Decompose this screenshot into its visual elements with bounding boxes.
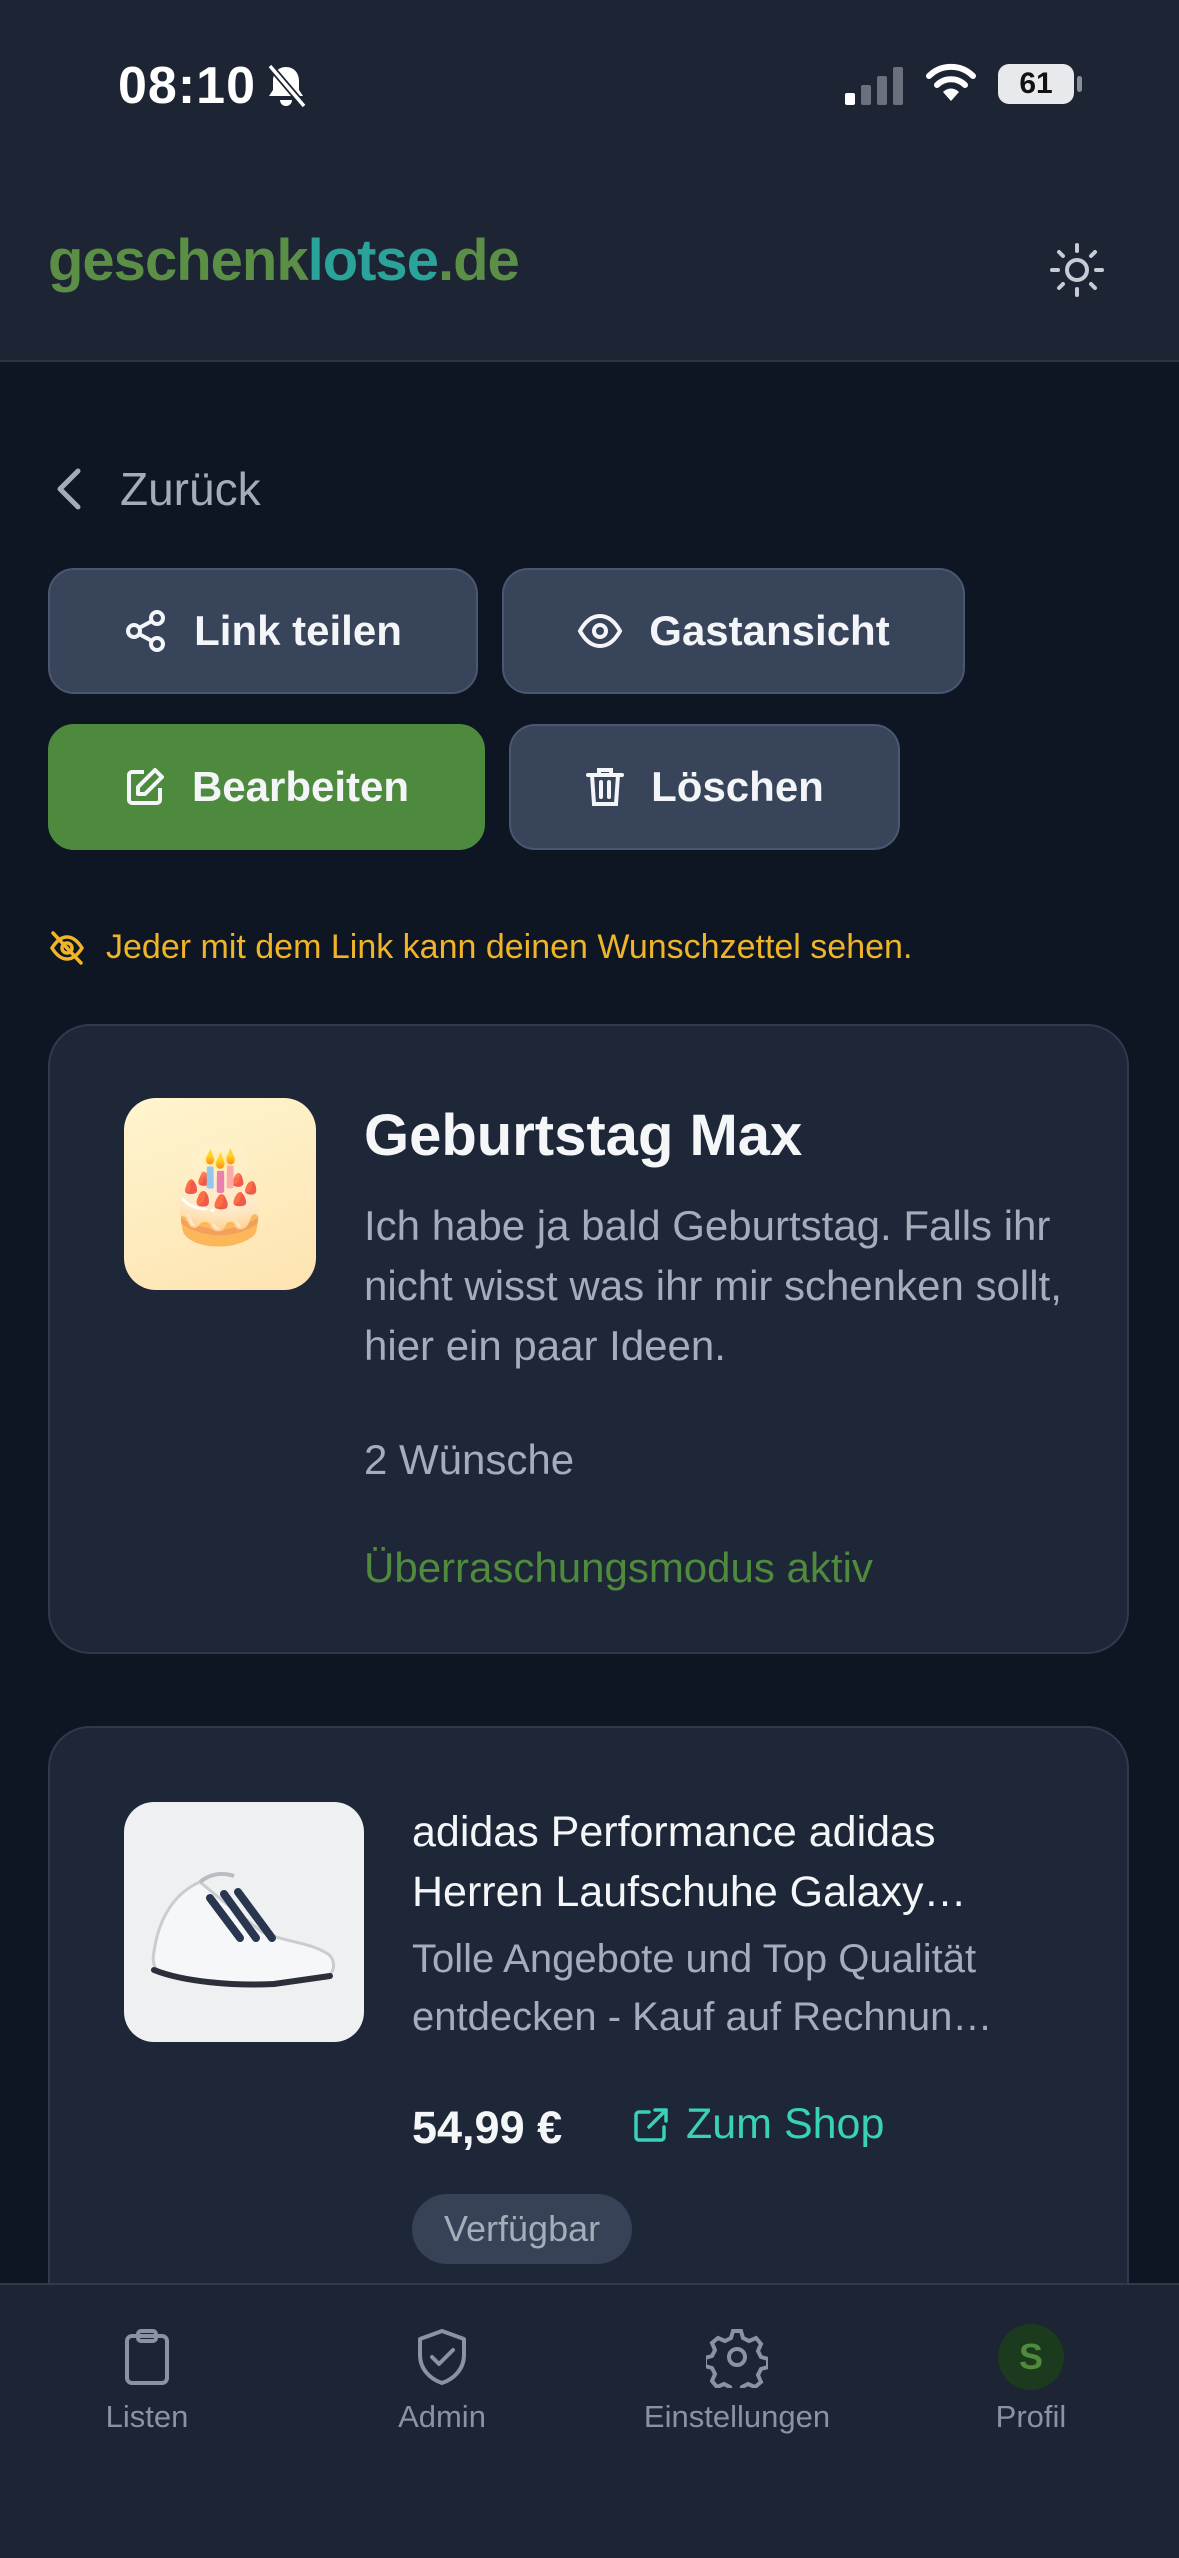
back-button[interactable]: Zurück	[56, 462, 261, 516]
shop-link[interactable]: Zum Shop	[632, 2100, 884, 2149]
logo-part-1: geschenk	[48, 228, 309, 293]
surprise-mode-status: Überraschungsmodus aktiv	[364, 1544, 873, 1591]
wishlist-description: Ich habe ja bald Geburtstag. Falls ihr n…	[364, 1202, 1062, 1369]
logo-part-3: .de	[437, 228, 520, 293]
bottom-tab-bar: Listen Admin Einstellungen S Profil	[0, 2283, 1179, 2558]
item-title[interactable]: adidas Performance adidas Herren Laufsch…	[412, 1802, 1072, 1922]
share-link-label: Link teilen	[194, 607, 402, 654]
edit-label: Bearbeiten	[191, 763, 410, 810]
tab-listen[interactable]: Listen	[27, 2321, 267, 2435]
wishlist-card: 🎂 Geburtstag Max Ich habe ja bald Geburt…	[48, 1024, 1129, 1654]
app-header: geschenklotse.de	[0, 175, 1179, 362]
edit-button[interactable]: Bearbeiten	[48, 724, 485, 850]
logo-part-2: lotse	[307, 228, 439, 293]
wishlist-emoji-tile: 🎂	[124, 1098, 316, 1290]
item-description: Tolle Angebote und Top Qualität entdecke…	[412, 1937, 993, 2039]
tab-listen-label: Listen	[105, 2399, 189, 2434]
item-price: 54,99 €	[412, 2102, 563, 2153]
logo[interactable]: geschenklotse.de	[48, 227, 520, 294]
tab-profil-label: Profil	[995, 2399, 1067, 2434]
gear-icon	[706, 2329, 768, 2388]
trash-icon	[586, 768, 625, 806]
guest-view-button[interactable]: Gastansicht	[502, 568, 965, 694]
share-notice: Jeder mit dem Link kann deinen Wunschzet…	[48, 928, 912, 967]
share-notice-text: Jeder mit dem Link kann deinen Wunschzet…	[106, 928, 913, 966]
wishlist-count: 2 Wünsche	[364, 1436, 575, 1483]
share-link-button[interactable]: Link teilen	[48, 568, 478, 694]
eye-icon	[578, 613, 623, 649]
avatar: S	[998, 2324, 1064, 2390]
shield-check-icon	[418, 2329, 466, 2385]
delete-label: Löschen	[651, 763, 824, 810]
cake-icon: 🎂	[162, 1142, 278, 1245]
guest-view-label: Gastansicht	[649, 607, 890, 654]
tab-admin[interactable]: Admin	[322, 2321, 562, 2435]
theme-toggle-button[interactable]	[1040, 233, 1114, 307]
back-label: Zurück	[120, 463, 261, 515]
running-shoe-image	[151, 1872, 335, 1988]
edit-icon	[126, 768, 164, 805]
wish-item-card[interactable]: adidas Performance adidas Herren Laufsch…	[48, 1726, 1129, 2366]
signal-icon	[843, 65, 905, 110]
status-time: 08:10	[118, 57, 256, 115]
eye-slash-icon	[49, 930, 85, 965]
tab-einstellungen-label: Einstellungen	[643, 2399, 831, 2434]
chevron-left-icon	[57, 468, 81, 510]
battery-icon: 61	[998, 64, 1074, 104]
share-icon	[126, 610, 166, 652]
availability-badge: Verfügbar	[412, 2194, 633, 2264]
wishlist-title: Geburtstag Max	[364, 1103, 803, 1168]
battery-level: 61	[1019, 67, 1053, 100]
tab-einstellungen[interactable]: Einstellungen	[617, 2321, 857, 2435]
external-link-icon	[634, 2107, 668, 2142]
wifi-icon	[925, 63, 977, 108]
product-image	[124, 1802, 364, 2042]
clipboard-icon	[125, 2329, 169, 2385]
tab-admin-label: Admin	[398, 2399, 486, 2434]
shop-link-label: Zum Shop	[686, 2100, 885, 2148]
tab-profil[interactable]: S Profil	[911, 2321, 1151, 2435]
battery-tip	[1077, 76, 1082, 92]
sun-icon	[1050, 243, 1104, 297]
delete-button[interactable]: Löschen	[509, 724, 900, 850]
bell-slash-icon	[264, 62, 308, 115]
status-bar: 08:10 61	[0, 0, 1179, 175]
